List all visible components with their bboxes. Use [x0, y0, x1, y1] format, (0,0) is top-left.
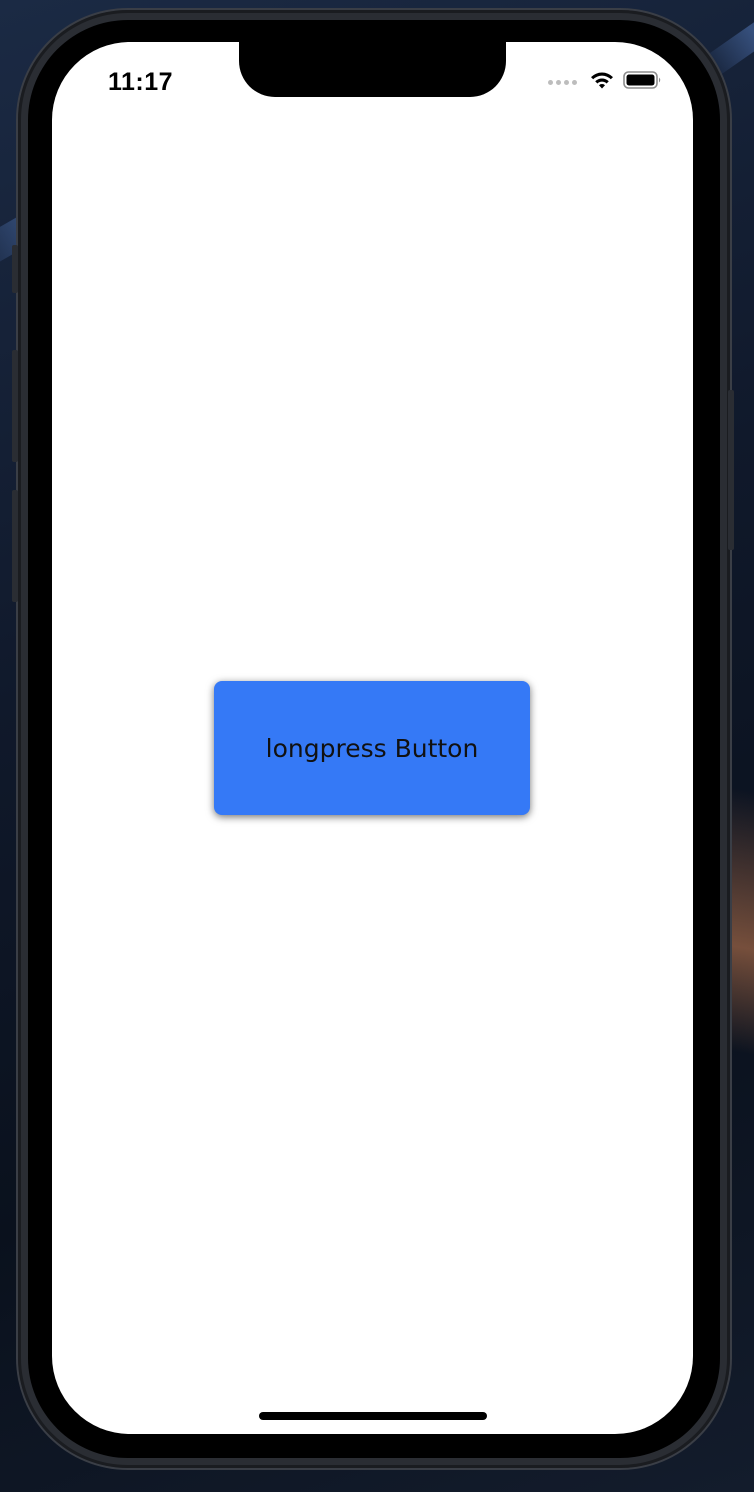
camera-notch — [239, 42, 506, 97]
app-screen: 11:17 longpress Button — [52, 42, 693, 1434]
volume-up-side-button — [12, 245, 18, 293]
longpress-button[interactable]: longpress Button — [214, 681, 530, 815]
volume-down-side-button — [12, 490, 18, 602]
longpress-button-label: longpress Button — [265, 733, 479, 763]
status-bar-time: 11:17 — [108, 68, 174, 96]
volume-up-side-button — [12, 350, 18, 462]
power-side-button — [728, 390, 734, 550]
home-indicator-bar[interactable] — [259, 1412, 487, 1420]
signal-dots-icon — [548, 80, 577, 85]
status-bar-indicators — [548, 70, 663, 95]
battery-icon — [623, 70, 663, 95]
wifi-icon — [589, 70, 615, 95]
